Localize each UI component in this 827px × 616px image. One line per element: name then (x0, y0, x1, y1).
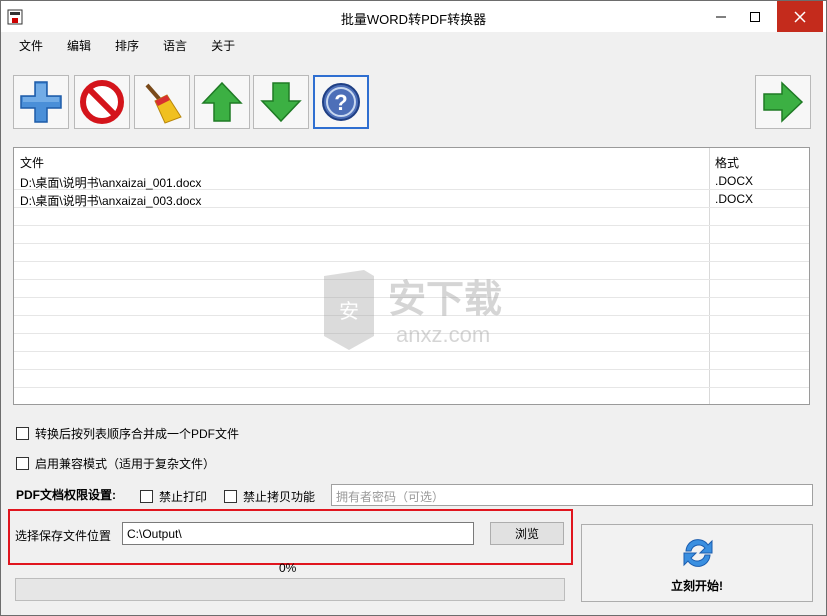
progress-text: 0% (279, 561, 297, 575)
no-copy-checkbox[interactable] (224, 490, 237, 503)
file-path: D:\桌面\说明书\anxaizai_003.docx (20, 194, 202, 208)
file-format: .DOCX (715, 192, 754, 206)
next-icon (763, 81, 804, 123)
merge-option[interactable]: 转换后按列表顺序合并成一个PDF文件 (16, 425, 239, 442)
clear-icon (145, 83, 182, 124)
help-button[interactable]: ? (313, 75, 369, 129)
svg-text:安: 安 (339, 299, 359, 323)
title-bar: 批量WORD转PDF转换器 (1, 1, 826, 32)
empty-row (14, 208, 809, 226)
progress-bar (15, 578, 565, 601)
minimize-button[interactable] (706, 1, 736, 32)
compat-checkbox[interactable] (16, 457, 29, 470)
close-button[interactable] (777, 1, 823, 32)
owner-password-input[interactable]: 拥有者密码（可选） (331, 484, 813, 506)
table-row[interactable]: D:\桌面\说明书\anxaizai_003.docx .DOCX (14, 190, 809, 208)
empty-row (14, 244, 809, 262)
start-label: 立刻开始! (671, 579, 723, 593)
compat-option[interactable]: 启用兼容模式（适用于复杂文件） (16, 455, 215, 472)
add-file-button[interactable] (13, 75, 69, 129)
clear-list-button[interactable] (134, 75, 190, 129)
no-copy-label: 禁止拷贝功能 (243, 490, 316, 504)
merge-checkbox[interactable] (16, 427, 29, 440)
refresh-icon (683, 539, 713, 567)
menu-bar: 文件 编辑 排序 语言 关于 (1, 32, 826, 60)
move-up-icon (201, 81, 243, 122)
window-title: 批量WORD转PDF转换器 (340, 12, 487, 27)
file-list[interactable]: 文件 格式 D:\桌面\说明书\anxaizai_001.docx .DOCX … (13, 147, 810, 405)
svg-text:?: ? (334, 90, 347, 115)
maximize-icon (750, 11, 760, 22)
merge-label: 转换后按列表顺序合并成一个PDF文件 (35, 427, 240, 441)
move-down-icon (260, 82, 302, 123)
no-copy-option[interactable]: 禁止拷贝功能 (224, 488, 315, 505)
next-button[interactable] (755, 75, 811, 129)
menu-language[interactable]: 语言 (151, 32, 199, 60)
remove-file-button[interactable] (74, 75, 130, 129)
no-print-checkbox[interactable] (140, 490, 153, 503)
no-print-option[interactable]: 禁止打印 (140, 488, 207, 505)
compat-label: 启用兼容模式（适用于复杂文件） (35, 457, 216, 471)
delete-icon (80, 80, 124, 124)
add-icon (20, 81, 62, 123)
move-up-button[interactable] (194, 75, 250, 129)
start-button[interactable]: 立刻开始! (581, 524, 813, 602)
menu-edit[interactable]: 编辑 (55, 32, 103, 60)
empty-row (14, 226, 809, 244)
menu-sort[interactable]: 排序 (103, 32, 151, 60)
close-icon (794, 10, 806, 23)
list-header: 文件 格式 (14, 148, 809, 172)
no-print-label: 禁止打印 (159, 490, 208, 504)
move-down-button[interactable] (253, 75, 309, 129)
menu-file[interactable]: 文件 (7, 32, 55, 60)
file-path: D:\桌面\说明书\anxaizai_001.docx (20, 176, 202, 190)
app-window: 批量WORD转PDF转换器 文件 编辑 排序 语言 关于 ? 文件 格式 D:\… (0, 0, 827, 616)
column-divider (809, 148, 810, 405)
svg-text:安下载: 安下载 (388, 277, 502, 321)
column-header-file[interactable]: 文件 (20, 154, 44, 171)
minimize-icon (716, 16, 726, 17)
help-icon: ? (322, 83, 360, 121)
column-header-format[interactable]: 格式 (715, 154, 739, 171)
watermark-logo: 安 安下载 anxz.com (324, 270, 502, 350)
save-location-label: 选择保存文件位置 (15, 529, 112, 543)
svg-text:anxz.com: anxz.com (396, 322, 490, 347)
empty-row (14, 370, 809, 388)
browse-button[interactable]: 浏览 (490, 522, 564, 545)
file-format: .DOCX (715, 174, 754, 188)
permissions-label: PDF文档权限设置: (16, 488, 116, 502)
menu-about[interactable]: 关于 (199, 32, 247, 60)
maximize-button[interactable] (740, 1, 770, 32)
save-path-input[interactable]: C:\Output\ (122, 522, 474, 545)
table-row[interactable]: D:\桌面\说明书\anxaizai_001.docx .DOCX (14, 172, 809, 190)
